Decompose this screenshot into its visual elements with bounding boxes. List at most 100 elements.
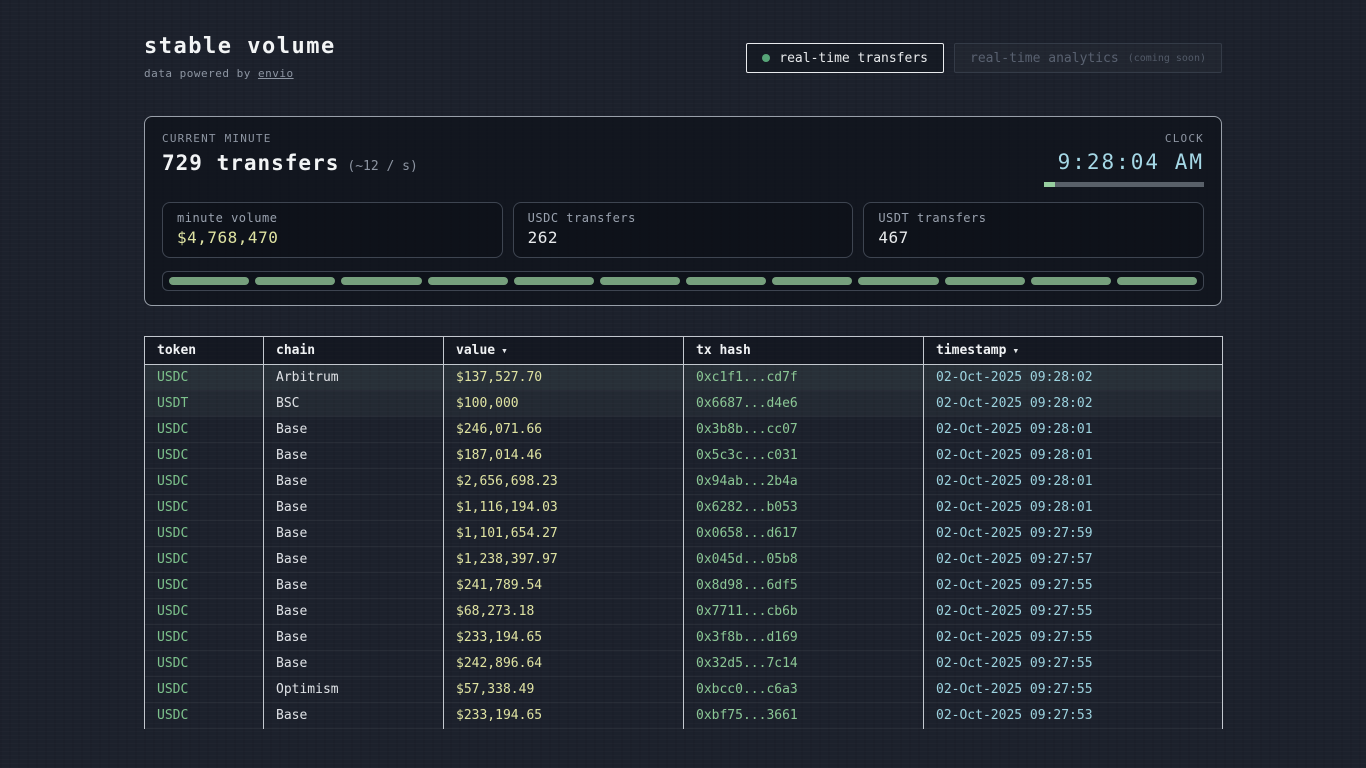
chain-cell: BSC <box>264 391 444 417</box>
minute-segment <box>169 277 249 285</box>
tx-hash-link[interactable]: 0x94ab...2b4a <box>684 469 924 495</box>
transfers-count: 729 transfers <box>162 151 339 175</box>
header: stable volume data powered by envio real… <box>144 34 1222 80</box>
stat-value: 262 <box>528 228 839 247</box>
table-row: USDCBase$1,116,194.030x6282...b05302-Oct… <box>145 495 1223 521</box>
chain-cell: Base <box>264 547 444 573</box>
subtitle: data powered by envio <box>144 67 336 80</box>
stat-value: $4,768,470 <box>177 228 488 247</box>
timestamp-cell: 02-Oct-2025 09:28:02 <box>924 391 1223 417</box>
chain-cell: Base <box>264 469 444 495</box>
table-row: USDCBase$68,273.180x7711...cb6b02-Oct-20… <box>145 599 1223 625</box>
column-label: chain <box>276 343 315 358</box>
token-cell: USDC <box>145 521 264 547</box>
table-body: USDCArbitrum$137,527.700xc1f1...cd7f02-O… <box>145 365 1223 729</box>
chain-cell: Base <box>264 521 444 547</box>
page: stable volume data powered by envio real… <box>144 0 1222 729</box>
minute-segment <box>341 277 421 285</box>
coming-soon-badge: (coming soon) <box>1128 53 1206 64</box>
chain-cell: Base <box>264 651 444 677</box>
table-row: USDCBase$1,238,397.970x045d...05b802-Oct… <box>145 547 1223 573</box>
live-dot-icon <box>762 54 770 62</box>
table-row: USDCArbitrum$137,527.700xc1f1...cd7f02-O… <box>145 365 1223 391</box>
timestamp-cell: 02-Oct-2025 09:28:01 <box>924 495 1223 521</box>
value-cell: $233,194.65 <box>444 625 684 651</box>
stat-label: USDT transfers <box>878 211 1189 225</box>
clock-block: CLOCK 9:28:04 AM <box>1044 132 1204 187</box>
value-cell: $100,000 <box>444 391 684 417</box>
tx-hash-link[interactable]: 0x5c3c...c031 <box>684 443 924 469</box>
column-header-tx-hash: tx hash <box>684 337 924 365</box>
value-cell: $1,238,397.97 <box>444 547 684 573</box>
tab-realtime-analytics[interactable]: real-time analytics (coming soon) <box>954 43 1222 73</box>
timestamp-cell: 02-Oct-2025 09:27:55 <box>924 599 1223 625</box>
stat-value: 467 <box>878 228 1189 247</box>
transfers-summary: CURRENT MINUTE 729 transfers (~12 / s) <box>162 132 418 175</box>
transfers-table: token chain value▾tx hashtimestamp▾ USDCAr… <box>144 336 1223 729</box>
tx-hash-link[interactable]: 0xc1f1...cd7f <box>684 365 924 391</box>
stat-box-usdt-transfers: USDT transfers 467 <box>863 202 1204 258</box>
minute-segment <box>600 277 680 285</box>
chain-cell: Optimism <box>264 677 444 703</box>
token-cell: USDT <box>145 391 264 417</box>
token-cell: USDC <box>145 495 264 521</box>
chain-cell: Base <box>264 625 444 651</box>
sort-desc-icon: ▾ <box>501 344 508 357</box>
column-header-token: token <box>145 337 264 365</box>
token-cell: USDC <box>145 443 264 469</box>
chain-cell: Base <box>264 495 444 521</box>
tx-hash-link[interactable]: 0x3f8b...d169 <box>684 625 924 651</box>
tx-hash-link[interactable]: 0x32d5...7c14 <box>684 651 924 677</box>
tx-hash-link[interactable]: 0x6687...d4e6 <box>684 391 924 417</box>
tab-label: real-time transfers <box>779 51 928 66</box>
token-cell: USDC <box>145 469 264 495</box>
column-label: token <box>157 343 196 358</box>
tx-hash-link[interactable]: 0xbf75...3661 <box>684 703 924 729</box>
value-cell: $246,071.66 <box>444 417 684 443</box>
minute-segment <box>255 277 335 285</box>
chain-cell: Base <box>264 573 444 599</box>
value-cell: $2,656,698.23 <box>444 469 684 495</box>
chain-cell: Base <box>264 417 444 443</box>
tx-hash-link[interactable]: 0x3b8b...cc07 <box>684 417 924 443</box>
tx-hash-link[interactable]: 0x0658...d617 <box>684 521 924 547</box>
value-cell: $242,896.64 <box>444 651 684 677</box>
tab-realtime-transfers[interactable]: real-time transfers <box>746 43 944 73</box>
column-header-value[interactable]: value▾ <box>444 337 684 365</box>
envio-link[interactable]: envio <box>258 67 294 80</box>
timestamp-cell: 02-Oct-2025 09:27:55 <box>924 573 1223 599</box>
timestamp-cell: 02-Oct-2025 09:28:01 <box>924 417 1223 443</box>
minute-segment <box>514 277 594 285</box>
table-row: USDCBase$187,014.460x5c3c...c03102-Oct-2… <box>145 443 1223 469</box>
table-row: USDCOptimism$57,338.490xbcc0...c6a302-Oc… <box>145 677 1223 703</box>
timestamp-cell: 02-Oct-2025 09:27:55 <box>924 677 1223 703</box>
tx-hash-link[interactable]: 0xbcc0...c6a3 <box>684 677 924 703</box>
stat-boxes: minute volume $4,768,470 USDC transfers … <box>162 202 1204 258</box>
stat-label: minute volume <box>177 211 488 225</box>
token-cell: USDC <box>145 651 264 677</box>
tx-hash-link[interactable]: 0x8d98...6df5 <box>684 573 924 599</box>
tx-hash-link[interactable]: 0x7711...cb6b <box>684 599 924 625</box>
chain-cell: Base <box>264 703 444 729</box>
tx-hash-link[interactable]: 0x045d...05b8 <box>684 547 924 573</box>
timestamp-cell: 02-Oct-2025 09:27:55 <box>924 651 1223 677</box>
sort-desc-icon: ▾ <box>1012 344 1019 357</box>
tx-hash-link[interactable]: 0x6282...b053 <box>684 495 924 521</box>
chain-cell: Base <box>264 443 444 469</box>
column-header-chain: chain <box>264 337 444 365</box>
table-row: USDCBase$2,656,698.230x94ab...2b4a02-Oct… <box>145 469 1223 495</box>
value-cell: $1,101,654.27 <box>444 521 684 547</box>
timestamp-cell: 02-Oct-2025 09:28:01 <box>924 443 1223 469</box>
minute-segment <box>945 277 1025 285</box>
token-cell: USDC <box>145 365 264 391</box>
value-cell: $57,338.49 <box>444 677 684 703</box>
minute-segment <box>858 277 938 285</box>
current-minute-panel: CURRENT MINUTE 729 transfers (~12 / s) C… <box>144 116 1222 306</box>
tab-label: real-time analytics <box>970 51 1119 66</box>
page-title: stable volume <box>144 34 336 59</box>
stat-box-minute-volume: minute volume $4,768,470 <box>162 202 503 258</box>
timestamp-cell: 02-Oct-2025 09:27:55 <box>924 625 1223 651</box>
column-header-timestamp[interactable]: timestamp▾ <box>924 337 1223 365</box>
stat-label: USDC transfers <box>528 211 839 225</box>
value-cell: $187,014.46 <box>444 443 684 469</box>
